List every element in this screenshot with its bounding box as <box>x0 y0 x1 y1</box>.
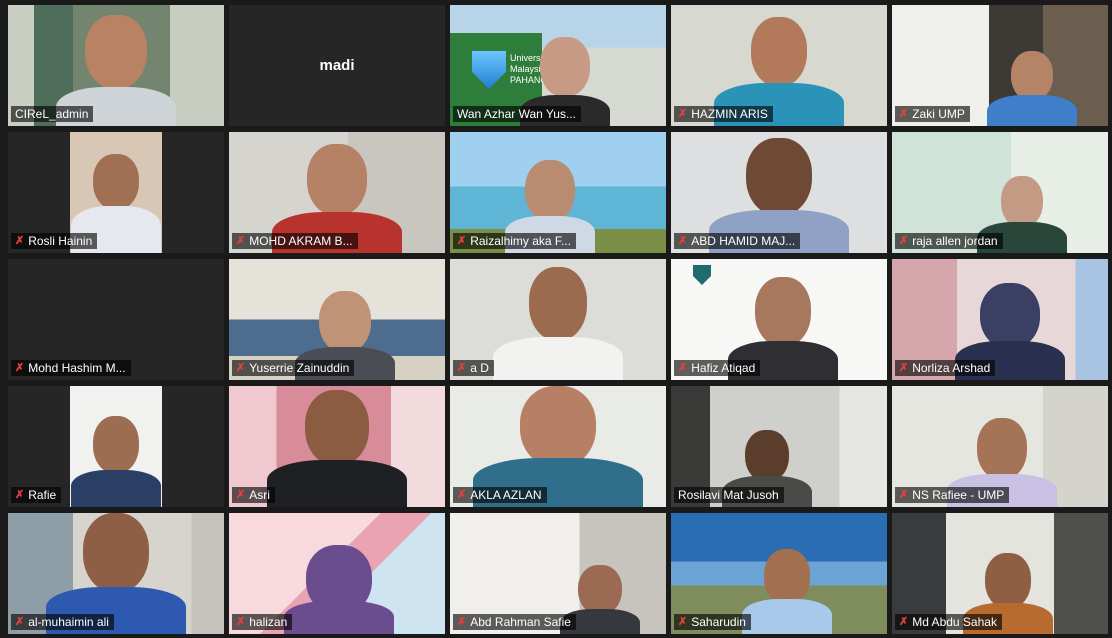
video-tile[interactable]: ✗ Norliza Arshad <box>892 259 1108 380</box>
participant-name-tag: Wan Azhar Wan Yus... <box>453 106 581 122</box>
participant-name-tag: CIReL_admin <box>11 106 94 122</box>
mic-muted-icon: ✗ <box>899 362 909 374</box>
participant-name-tag: ✗ Zaki UMP <box>895 106 970 122</box>
mic-muted-icon: ✗ <box>15 616 25 628</box>
participant-name: Rafie <box>28 488 57 502</box>
mic-muted-icon: ✗ <box>15 362 25 374</box>
participant-name-tag: ✗ Rafie <box>11 487 62 503</box>
participant-name: Wan Azhar Wan Yus... <box>457 107 576 121</box>
video-tile[interactable]: madi <box>229 5 445 126</box>
participant-name-tag: ✗ raja allen jordan <box>895 233 1003 249</box>
video-tile[interactable]: ✗ halizan <box>229 513 445 634</box>
mic-muted-icon: ✗ <box>457 362 467 374</box>
participant-name: Mohd Hashim M... <box>28 361 126 375</box>
participant-name-tag: ✗ AKLA AZLAN <box>453 487 547 503</box>
participant-name: halizan <box>249 615 288 629</box>
participant-name: ABD HAMID MAJ... <box>691 234 796 248</box>
mic-muted-icon: ✗ <box>899 616 909 628</box>
participant-name-tag: ✗ Rosli Hainin <box>11 233 98 249</box>
participant-name: CIReL_admin <box>15 107 89 121</box>
participant-name: Rosilavi Mat Jusoh <box>678 488 779 502</box>
participant-name: NS Rafiee - UMP <box>912 488 1005 502</box>
mic-muted-icon: ✗ <box>678 108 688 120</box>
video-tile[interactable]: ✗ NS Rafiee - UMP <box>892 386 1108 507</box>
participant-name: Saharudin <box>691 615 746 629</box>
participant-name: Md Abdu Sahak <box>912 615 997 629</box>
video-tile[interactable]: ✗ Raizalhimy aka F... <box>450 132 666 253</box>
participant-name: Abd Rahman Safie <box>470 615 571 629</box>
participant-name-tag: ✗ a D <box>453 360 494 376</box>
participant-name-tag: ✗ halizan <box>232 614 293 630</box>
video-tile[interactable]: ✗ Mohd Hashim M... <box>8 259 224 380</box>
video-tile[interactable]: Rosilavi Mat Jusoh <box>671 386 887 507</box>
video-tile[interactable]: ✗ ABD HAMID MAJ... <box>671 132 887 253</box>
participant-name-tag: ✗ Norliza Arshad <box>895 360 996 376</box>
participant-name-tag: ✗ Saharudin <box>674 614 751 630</box>
video-tile[interactable]: ✗ Hafiz Atiqad <box>671 259 887 380</box>
participant-name-tag: ✗ Asri <box>232 487 275 503</box>
participant-name: raja allen jordan <box>912 234 998 248</box>
video-tile[interactable]: ✗ Md Abdu Sahak <box>892 513 1108 634</box>
participant-name: AKLA AZLAN <box>470 488 542 502</box>
mic-muted-icon: ✗ <box>457 489 467 501</box>
participant-name: Hafiz Atiqad <box>691 361 756 375</box>
video-tile[interactable]: ✗ Rosli Hainin <box>8 132 224 253</box>
participant-name-tag: ✗ al-muhaimin ali <box>11 614 114 630</box>
video-gallery: CIReL_admin madi Universiti Malaysia PAH… <box>8 5 1110 635</box>
participant-name: al-muhaimin ali <box>28 615 109 629</box>
mic-muted-icon: ✗ <box>678 616 688 628</box>
mic-muted-icon: ✗ <box>457 616 467 628</box>
video-tile[interactable]: ✗ al-muhaimin ali <box>8 513 224 634</box>
participant-name-tag: ✗ Abd Rahman Safie <box>453 614 576 630</box>
participant-name: Rosli Hainin <box>28 234 93 248</box>
mic-muted-icon: ✗ <box>15 489 25 501</box>
video-tile[interactable]: ✗ MOHD AKRAM B... <box>229 132 445 253</box>
mic-muted-icon: ✗ <box>678 235 688 247</box>
video-tile[interactable]: Universiti Malaysia PAHANG Wan Azhar Wan… <box>450 5 666 126</box>
mic-muted-icon: ✗ <box>899 489 909 501</box>
mic-muted-icon: ✗ <box>457 235 467 247</box>
video-tile[interactable]: ✗ Yuserrie Zainuddin <box>229 259 445 380</box>
video-tile[interactable]: CIReL_admin <box>8 5 224 126</box>
video-tile[interactable]: ✗ Rafie <box>8 386 224 507</box>
mic-muted-icon: ✗ <box>899 235 909 247</box>
mic-muted-icon: ✗ <box>15 235 25 247</box>
mic-muted-icon: ✗ <box>236 489 246 501</box>
video-tile[interactable]: ✗ raja allen jordan <box>892 132 1108 253</box>
participant-name-tag: Rosilavi Mat Jusoh <box>674 487 784 503</box>
video-tile[interactable]: ✗ HAZMIN ARIS <box>671 5 887 126</box>
participant-name-tag: ✗ ABD HAMID MAJ... <box>674 233 801 249</box>
video-tile[interactable]: ✗ Zaki UMP <box>892 5 1108 126</box>
participant-name: a D <box>470 361 489 375</box>
participant-name-tag: ✗ HAZMIN ARIS <box>674 106 773 122</box>
video-tile[interactable]: ✗ Asri <box>229 386 445 507</box>
video-tile[interactable]: ✗ Saharudin <box>671 513 887 634</box>
participant-name-tag: ✗ Yuserrie Zainuddin <box>232 360 355 376</box>
participant-name: Asri <box>249 488 270 502</box>
participant-name-tag: ✗ NS Rafiee - UMP <box>895 487 1010 503</box>
participant-name-tag: ✗ Md Abdu Sahak <box>895 614 1002 630</box>
video-tile[interactable]: ✗ AKLA AZLAN <box>450 386 666 507</box>
video-tile[interactable]: ✗ Abd Rahman Safie <box>450 513 666 634</box>
mic-muted-icon: ✗ <box>899 108 909 120</box>
mic-muted-icon: ✗ <box>236 362 246 374</box>
participant-name: MOHD AKRAM B... <box>249 234 353 248</box>
mic-muted-icon: ✗ <box>678 362 688 374</box>
participant-name-tag: ✗ MOHD AKRAM B... <box>232 233 358 249</box>
mic-muted-icon: ✗ <box>236 235 246 247</box>
participant-name: HAZMIN ARIS <box>691 107 768 121</box>
participant-name: Raizalhimy aka F... <box>470 234 571 248</box>
participant-name-tag: ✗ Mohd Hashim M... <box>11 360 131 376</box>
participant-name: madi <box>319 57 355 74</box>
participant-name: Yuserrie Zainuddin <box>249 361 350 375</box>
video-tile[interactable]: ✗ a D <box>450 259 666 380</box>
participant-name-tag: ✗ Hafiz Atiqad <box>674 360 761 376</box>
participant-name: Zaki UMP <box>912 107 965 121</box>
participant-name-tag: ✗ Raizalhimy aka F... <box>453 233 576 249</box>
participant-name: Norliza Arshad <box>912 361 991 375</box>
mic-muted-icon: ✗ <box>236 616 246 628</box>
